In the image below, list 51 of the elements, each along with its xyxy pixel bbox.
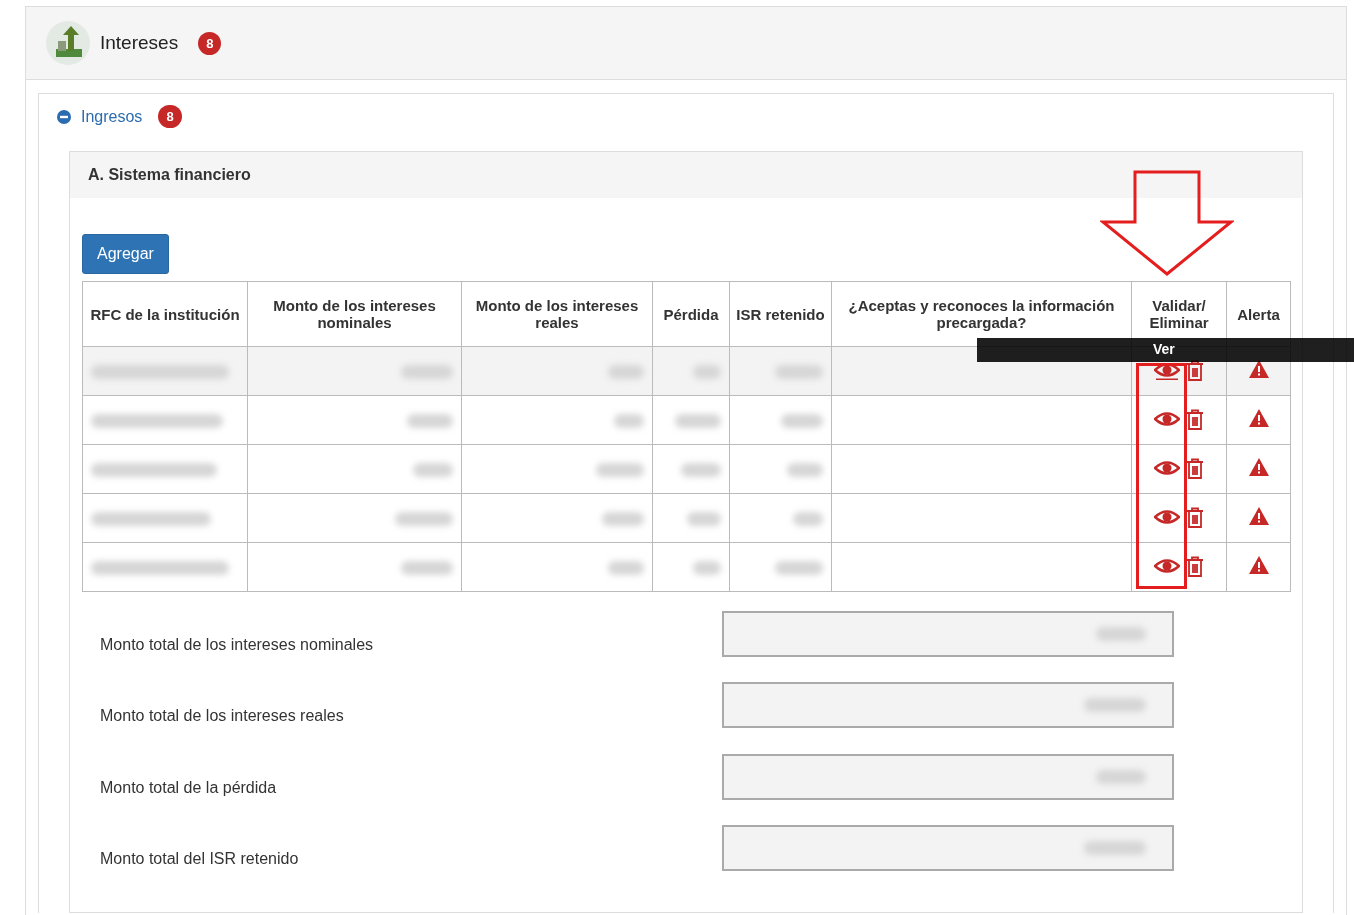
add-button[interactable]: Agregar (82, 234, 169, 274)
column-header: Monto de los intereses reales (461, 281, 653, 347)
warning-icon (1248, 507, 1269, 525)
blurred-value (681, 462, 721, 477)
panel-title: Intereses (100, 32, 179, 54)
blurred-value (781, 413, 823, 428)
collapse-icon[interactable] (57, 109, 71, 124)
blurred-value (693, 364, 721, 379)
blurred-value (614, 413, 644, 428)
blurred-value (401, 560, 453, 575)
blurred-value (608, 560, 644, 575)
blurred-value (1096, 626, 1146, 641)
total-field[interactable] (722, 682, 1174, 729)
section-link[interactable]: Ingresos (81, 107, 143, 126)
blurred-value (693, 560, 721, 575)
warning-icon (1248, 458, 1269, 476)
total-field[interactable] (722, 825, 1174, 872)
blurred-value (687, 511, 721, 526)
blurred-value (413, 462, 453, 477)
blurred-value (401, 364, 453, 379)
blurred-value (793, 511, 823, 526)
warning-icon (1248, 409, 1269, 427)
total-label: Monto total de los intereses nominales (99, 634, 375, 654)
blurred-value (1096, 769, 1146, 784)
blurred-value (775, 560, 823, 575)
total-field[interactable] (722, 753, 1174, 800)
trash-icon[interactable] (1186, 360, 1204, 382)
blurred-value (608, 364, 644, 379)
count-badge: 8 (158, 105, 182, 128)
blurred-value (395, 511, 453, 526)
total-field[interactable] (722, 610, 1174, 657)
count-badge: 8 (198, 31, 222, 55)
warning-icon (1248, 360, 1269, 378)
column-header: RFC de la institución (82, 281, 248, 347)
blurred-value (787, 462, 823, 477)
blurred-value (1084, 698, 1146, 713)
column-header: ISR retenido (729, 281, 832, 347)
column-header: Pérdida (652, 281, 730, 347)
warning-icon (1248, 556, 1269, 574)
total-label: Monto total de los intereses reales (99, 706, 345, 726)
total-label: Monto total de la pérdida (99, 777, 278, 797)
blurred-value (675, 413, 721, 428)
blurred-value (775, 364, 823, 379)
column-header: Monto de los intereses nominales (247, 281, 462, 347)
blurred-value (1084, 841, 1146, 856)
total-label: Monto total del ISR retenido (99, 849, 300, 869)
table-row[interactable] (82, 346, 1291, 396)
subsection-title: A. Sistema financiero (88, 166, 251, 184)
blurred-value (602, 511, 644, 526)
blurred-value (407, 413, 453, 428)
blurred-value (596, 462, 644, 477)
